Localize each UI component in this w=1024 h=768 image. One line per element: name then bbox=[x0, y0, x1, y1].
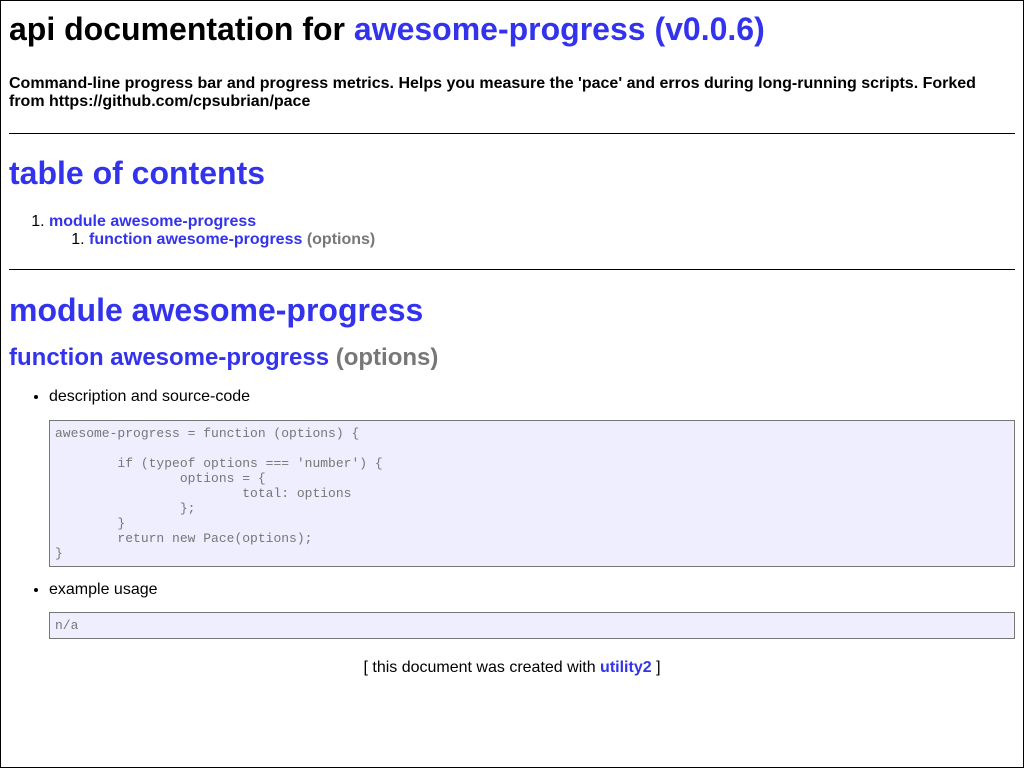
toc-heading: table of contents bbox=[9, 154, 1015, 192]
footer-text-close: ] bbox=[656, 659, 661, 676]
source-item: description and source-code awesome-prog… bbox=[49, 388, 1015, 567]
toc-function-params: (options) bbox=[306, 231, 376, 248]
toc-link-module[interactable]: module awesome-progress bbox=[49, 213, 256, 230]
example-label: example usage bbox=[49, 581, 158, 598]
toc-link-function[interactable]: function awesome-progress bbox=[89, 231, 302, 248]
toc-title-link[interactable]: table of contents bbox=[9, 155, 265, 191]
example-code-block: n/a bbox=[49, 612, 1015, 639]
module-title-link[interactable]: module awesome-progress bbox=[9, 292, 423, 328]
example-item: example usage n/a bbox=[49, 581, 1015, 639]
utility2-link[interactable]: utility2 bbox=[600, 659, 652, 676]
function-details: description and source-code awesome-prog… bbox=[9, 388, 1015, 639]
divider bbox=[9, 133, 1015, 134]
toc-sublist: function awesome-progress (options) bbox=[49, 231, 1015, 249]
page-title: api documentation for awesome-progress (… bbox=[9, 10, 1015, 48]
divider bbox=[9, 269, 1015, 270]
function-heading: function awesome-progress (options) bbox=[9, 344, 1015, 372]
function-title-link[interactable]: function awesome-progress bbox=[9, 344, 329, 371]
source-label: description and source-code bbox=[49, 388, 251, 405]
footer-text-open: [ this document was created with bbox=[363, 659, 596, 676]
toc-item-function: function awesome-progress (options) bbox=[89, 231, 1015, 249]
toc-list: module awesome-progress function awesome… bbox=[9, 213, 1015, 249]
source-code-block: awesome-progress = function (options) { … bbox=[49, 420, 1015, 567]
module-heading: module awesome-progress bbox=[9, 291, 1015, 329]
function-params: (options) bbox=[335, 344, 439, 371]
toc-item-module: module awesome-progress function awesome… bbox=[49, 213, 1015, 249]
footer: [ this document was created with utility… bbox=[9, 659, 1015, 677]
page: api documentation for awesome-progress (… bbox=[1, 10, 1023, 677]
package-description: Command-line progress bar and progress m… bbox=[9, 75, 976, 110]
title-prefix: api documentation for bbox=[9, 11, 345, 47]
package-link[interactable]: awesome-progress (v0.0.6) bbox=[354, 11, 765, 47]
